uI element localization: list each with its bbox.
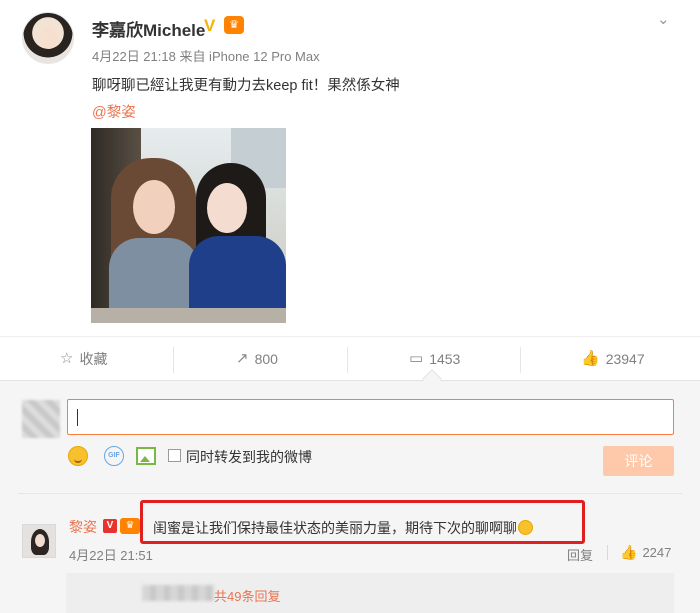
image-icon[interactable] xyxy=(136,447,156,465)
repost-checkbox-label[interactable]: 同时转发到我的微博 xyxy=(186,447,312,467)
my-avatar xyxy=(22,400,60,438)
chevron-down-icon[interactable]: ⌄ xyxy=(657,10,675,28)
verified-badge-icon: V xyxy=(103,519,117,533)
divider xyxy=(347,347,348,373)
post-meta: 4月22日 21:18 来自 iPhone 12 Pro Max xyxy=(92,49,320,64)
submit-comment-button[interactable]: 评论 xyxy=(603,446,674,476)
highlight-annotation xyxy=(140,500,585,544)
reply-button[interactable]: 回复 xyxy=(567,545,593,564)
thumbs-up-icon: 👍 xyxy=(620,544,638,560)
mention-link[interactable]: @黎姿 xyxy=(92,101,136,122)
favorite-button[interactable]: ☆ 收藏 xyxy=(60,337,107,381)
divider xyxy=(173,347,174,373)
vip-crown-icon: ♛ xyxy=(224,16,244,34)
repost-count: 800 xyxy=(254,351,278,367)
comment-time: 4月22日 21:51 xyxy=(69,548,153,563)
action-bar: ☆ 收藏 ↗ 800 ▭ 1453 👍 23947 xyxy=(0,336,700,380)
divider xyxy=(607,545,608,560)
repost-button[interactable]: ↗ 800 xyxy=(236,337,278,381)
star-icon: ☆ xyxy=(60,350,74,367)
verified-badge-icon: V xyxy=(204,16,216,35)
divider xyxy=(520,347,521,373)
repost-icon: ↗ xyxy=(236,350,249,367)
repost-checkbox[interactable] xyxy=(168,449,181,462)
vip-crown-icon: ♛ xyxy=(120,518,140,534)
post-photo[interactable] xyxy=(91,128,286,323)
like-count: 23947 xyxy=(605,351,645,367)
favorite-label: 收藏 xyxy=(79,351,108,367)
more-replies-bar[interactable]: 共49条回复 xyxy=(66,573,674,613)
author-avatar[interactable] xyxy=(22,12,74,64)
comment-like-button[interactable]: 👍 2247 xyxy=(620,544,671,561)
emoji-icon[interactable] xyxy=(68,446,88,466)
blurred-username xyxy=(142,585,214,601)
comment-input[interactable] xyxy=(67,399,674,435)
weibo-post: 李嘉欣Michele V ♛ ⌄ 4月22日 21:18 来自 iPhone 1… xyxy=(0,0,700,380)
author-name[interactable]: 李嘉欣Michele xyxy=(92,16,205,41)
commenter-name[interactable]: 黎姿 xyxy=(69,517,97,537)
divider xyxy=(18,493,682,494)
text-cursor xyxy=(77,409,78,426)
thumbs-up-icon: 👍 xyxy=(581,350,600,367)
commenter-avatar[interactable] xyxy=(22,524,56,558)
comment-like-count: 2247 xyxy=(642,545,672,560)
like-button[interactable]: 👍 23947 xyxy=(581,337,645,381)
more-replies-link[interactable]: 共49条回复 xyxy=(214,586,280,605)
comment-icon: ▭ xyxy=(409,350,424,367)
post-text: 聊呀聊已經让我更有動力去keep fit！果然係女神 xyxy=(92,78,400,94)
gif-icon[interactable]: GIF xyxy=(104,446,124,466)
